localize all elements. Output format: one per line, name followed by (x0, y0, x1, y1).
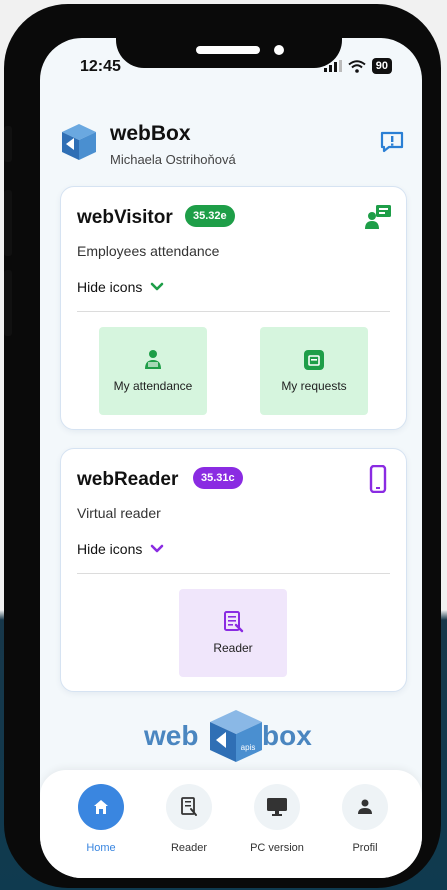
camera-dot (274, 45, 284, 55)
reader-document-icon (224, 611, 244, 633)
logo-text-web: web (144, 720, 199, 751)
my-attendance-tile[interactable]: My attendance (99, 327, 207, 415)
mute-switch (4, 126, 12, 162)
battery-indicator: 90 (371, 58, 392, 74)
webbox-footer-logo: web apis box (144, 708, 324, 762)
tab-pc-version[interactable]: PC version (239, 784, 315, 854)
tile-label: Reader (213, 641, 253, 655)
person-icon (358, 799, 372, 814)
webreader-subtitle: Virtual reader (77, 505, 161, 521)
logo-text-apis: apis (241, 743, 256, 752)
status-time: 12:45 (80, 58, 121, 75)
app-title: webBox (110, 122, 191, 145)
tile-label: My attendance (113, 379, 193, 393)
reader-tile[interactable]: Reader (179, 589, 287, 677)
wifi-icon (348, 59, 366, 73)
phone-frame: 12:45 90 webBox Michaela Ostrihoňová web… (4, 4, 441, 888)
webvisitor-subtitle: Employees attendance (77, 243, 220, 259)
tab-profil[interactable]: Profil (327, 784, 403, 854)
webreader-card: webReader 35.31c Virtual reader Hide ico… (60, 448, 407, 692)
tile-label: My requests (281, 379, 347, 393)
my-requests-tile[interactable]: My requests (260, 327, 368, 415)
requests-icon (304, 350, 324, 370)
tab-label: Home (86, 842, 116, 854)
user-name: Michaela Ostrihoňová (110, 152, 236, 167)
webvisitor-title: webVisitor (77, 207, 173, 228)
toggle-label: Hide icons (77, 279, 143, 295)
webvisitor-version-badge: 35.32e (185, 205, 235, 227)
tab-icon-circle (254, 784, 300, 830)
chevron-down-icon (151, 282, 164, 291)
webvisitor-card: webVisitor 35.32e Employees attendance H… (60, 186, 407, 430)
webvisitor-hide-icons-toggle[interactable]: Hide icons (77, 279, 164, 295)
chevron-down-icon (151, 544, 164, 553)
divider (77, 311, 390, 312)
logo-text-box: box (262, 720, 312, 751)
webbox-cube-icon: apis (210, 710, 262, 762)
tab-home[interactable]: Home (63, 784, 139, 854)
volume-up-button (4, 190, 12, 256)
tab-label: Profil (352, 842, 378, 854)
tab-icon-circle (78, 784, 124, 830)
divider (77, 573, 390, 574)
mobile-phone-icon (369, 465, 387, 493)
tab-label: Reader (170, 842, 208, 854)
phone-notch (116, 8, 342, 68)
tab-icon-circle (166, 784, 212, 830)
speaker-grille (196, 46, 260, 54)
attendance-person-icon (145, 350, 161, 369)
home-icon (94, 800, 108, 814)
webreader-version-badge: 35.31c (193, 467, 243, 489)
reader-icon (181, 797, 197, 816)
tab-icon-circle (342, 784, 388, 830)
monitor-icon (267, 798, 287, 816)
app-header: webBox Michaela Ostrihoňová (60, 120, 405, 172)
bottom-tab-bar: Home Reader PC version Profil (40, 770, 422, 878)
visitor-presentation-icon (365, 205, 391, 229)
webbox-logo-icon (62, 124, 96, 160)
toggle-label: Hide icons (77, 541, 143, 557)
tab-reader[interactable]: Reader (151, 784, 227, 854)
status-icons: 90 (323, 58, 392, 74)
feedback-icon[interactable] (379, 130, 405, 154)
webreader-hide-icons-toggle[interactable]: Hide icons (77, 541, 164, 557)
screen: 12:45 90 webBox Michaela Ostrihoňová web… (40, 38, 422, 878)
volume-down-button (4, 270, 12, 336)
webreader-title: webReader (77, 469, 179, 490)
tab-label: PC version (250, 842, 304, 854)
